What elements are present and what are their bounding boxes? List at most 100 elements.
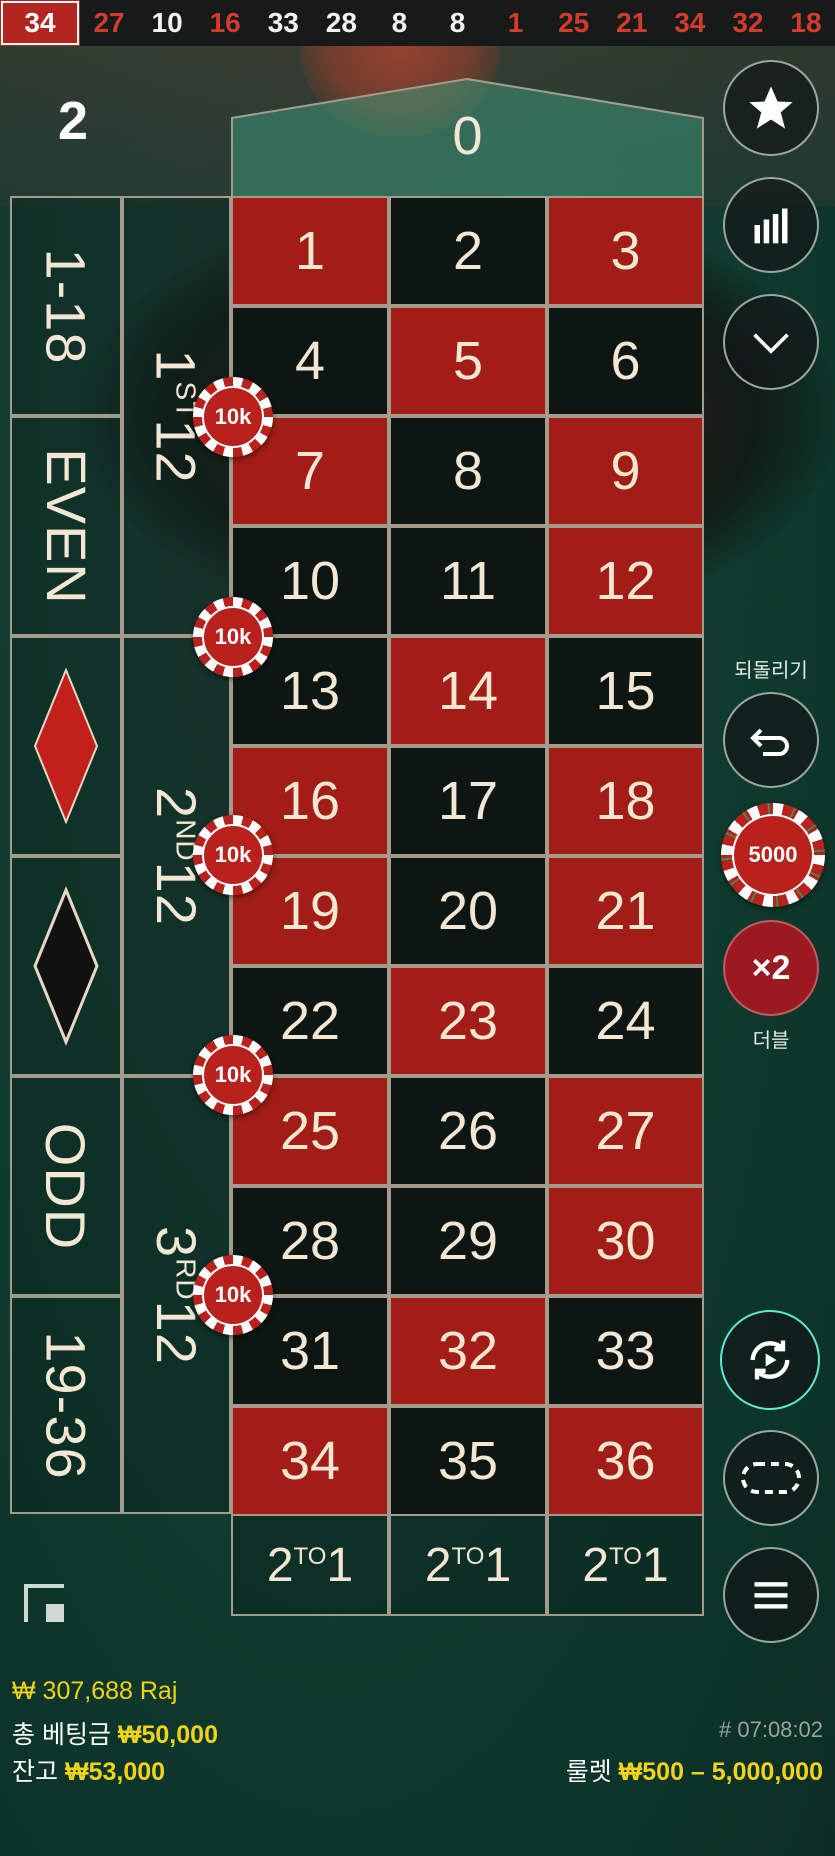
double-button[interactable]: ×2	[723, 920, 819, 1016]
history-number: 27	[93, 7, 125, 38]
bet-number-6[interactable]: 6	[547, 306, 704, 416]
bet-number-20[interactable]: 20	[389, 856, 547, 966]
collapse-button[interactable]	[723, 294, 819, 390]
bet-number-2[interactable]: 2	[389, 196, 547, 306]
bet-number-1[interactable]: 1	[231, 196, 389, 306]
bet-number-12[interactable]: 12	[547, 526, 704, 636]
favorites-button[interactable]	[723, 60, 819, 156]
undo-label: 되돌리기	[734, 660, 808, 682]
high-label: 19-36	[34, 1330, 98, 1480]
bet-column-3[interactable]: 2TO1	[547, 1514, 704, 1616]
placed-chip[interactable]: 10k	[193, 815, 273, 895]
bet-red[interactable]	[10, 636, 122, 856]
bet-column-1[interactable]: 2TO1	[231, 1514, 389, 1616]
bet-low-1-18[interactable]: 1-18	[10, 196, 122, 416]
bet-number-17[interactable]: 17	[389, 746, 547, 856]
placed-chip[interactable]: 10k	[193, 1255, 273, 1335]
history-number: 25	[558, 7, 590, 38]
history-number: 16	[209, 7, 241, 38]
repeat-icon	[750, 1340, 790, 1380]
bet-number-8[interactable]: 8	[389, 416, 547, 526]
bet-high-19-36[interactable]: 19-36	[10, 1296, 122, 1514]
bet-even[interactable]: EVEN	[10, 416, 122, 636]
racetrack-button[interactable]	[723, 1430, 819, 1526]
bet-number-26[interactable]: 26	[389, 1076, 547, 1186]
balance-line: ₩ 307,688 Raj	[12, 1677, 178, 1705]
history-number: 8	[449, 7, 466, 38]
total-bet-label: 총 베팅금	[12, 1721, 111, 1749]
round-id: # 07:08:02	[719, 1717, 823, 1742]
autoplay-button[interactable]	[720, 1310, 820, 1410]
bet-number-18[interactable]: 18	[547, 746, 704, 856]
menu-button[interactable]	[723, 1547, 819, 1643]
picture-in-picture-icon[interactable]	[22, 1580, 70, 1628]
bet-number-24[interactable]: 24	[547, 966, 704, 1076]
bet-black[interactable]	[10, 856, 122, 1076]
bar-chart-icon	[754, 208, 788, 244]
chip-value: 10k	[202, 386, 264, 448]
history-number: 18	[790, 7, 822, 38]
bet-number-36[interactable]: 36	[547, 1406, 704, 1516]
undo-icon	[750, 728, 789, 756]
bet-number-9[interactable]: 9	[547, 416, 704, 526]
red-diamond-icon	[33, 667, 99, 825]
black-diamond-icon	[33, 886, 99, 1046]
total-bet-value: ₩50,000	[117, 1721, 218, 1749]
balance-value: ₩53,000	[64, 1758, 166, 1786]
even-label: EVEN	[34, 447, 98, 605]
bet-number-27[interactable]: 27	[547, 1076, 704, 1186]
bet-column-2[interactable]: 2TO1	[389, 1514, 547, 1616]
bet-number-11[interactable]: 11	[389, 526, 547, 636]
bet-number-21[interactable]: 21	[547, 856, 704, 966]
history-number: 21	[616, 7, 648, 38]
bet-number-34[interactable]: 34	[231, 1406, 389, 1516]
history-number: 33	[267, 7, 299, 38]
bet-number-30[interactable]: 30	[547, 1186, 704, 1296]
chip-selector-value: 5000	[732, 814, 814, 896]
statistics-button[interactable]	[723, 177, 819, 273]
racetrack-icon	[741, 1462, 801, 1494]
odd-label: ODD	[34, 1122, 98, 1250]
double-symbol: ×2	[751, 948, 791, 987]
total-bet: 총 베팅금 ₩50,000	[12, 1715, 218, 1751]
bet-number-15[interactable]: 15	[547, 636, 704, 746]
bet-number-29[interactable]: 29	[389, 1186, 547, 1296]
chevron-down-icon	[753, 333, 789, 354]
low-label: 1-18	[34, 247, 98, 365]
bet-odd[interactable]: ODD	[10, 1076, 122, 1296]
latest-result: 34	[0, 0, 80, 46]
bet-number-32[interactable]: 32	[389, 1296, 547, 1406]
results-history-strip: 34 27 10 16 33 28 8 8 1 25 21 34 32 18	[0, 0, 835, 46]
history-number: 34	[674, 7, 706, 38]
bet-number-5[interactable]: 5	[389, 306, 547, 416]
placed-chip[interactable]: 10k	[193, 377, 273, 457]
placed-chip[interactable]: 10k	[193, 1035, 273, 1115]
column-2-label: 2TO1	[424, 1538, 512, 1592]
bet-number-14[interactable]: 14	[389, 636, 547, 746]
chip-value: 10k	[202, 606, 264, 668]
table-limits: 룰렛 ₩500 – 5,000,000	[566, 1752, 823, 1788]
history-number: 28	[325, 7, 357, 38]
history-number: 32	[732, 7, 764, 38]
undo-button[interactable]	[723, 692, 819, 788]
hamburger-icon	[754, 1582, 788, 1609]
history-number: 10	[151, 7, 183, 38]
balance: 잔고 ₩53,000	[12, 1752, 165, 1788]
bet-number-33[interactable]: 33	[547, 1296, 704, 1406]
history-number: 1	[507, 7, 524, 38]
round-indicator: 2	[58, 91, 89, 151]
limits-value: ₩500 – 5,000,000	[618, 1758, 823, 1786]
chip-value: 10k	[202, 824, 264, 886]
star-icon	[749, 86, 793, 129]
bet-number-35[interactable]: 35	[389, 1406, 547, 1516]
bet-number-23[interactable]: 23	[389, 966, 547, 1076]
bet-number-3[interactable]: 3	[547, 196, 704, 306]
chip-value: 10k	[202, 1264, 264, 1326]
chip-selector[interactable]: 5000	[721, 803, 825, 907]
column-1-label: 2TO1	[266, 1538, 354, 1592]
history-number: 8	[391, 7, 408, 38]
zero-label: 0	[452, 106, 483, 166]
column-3-label: 2TO1	[582, 1538, 669, 1592]
placed-chip[interactable]: 10k	[193, 597, 273, 677]
limits-label: 룰렛	[565, 1758, 612, 1786]
